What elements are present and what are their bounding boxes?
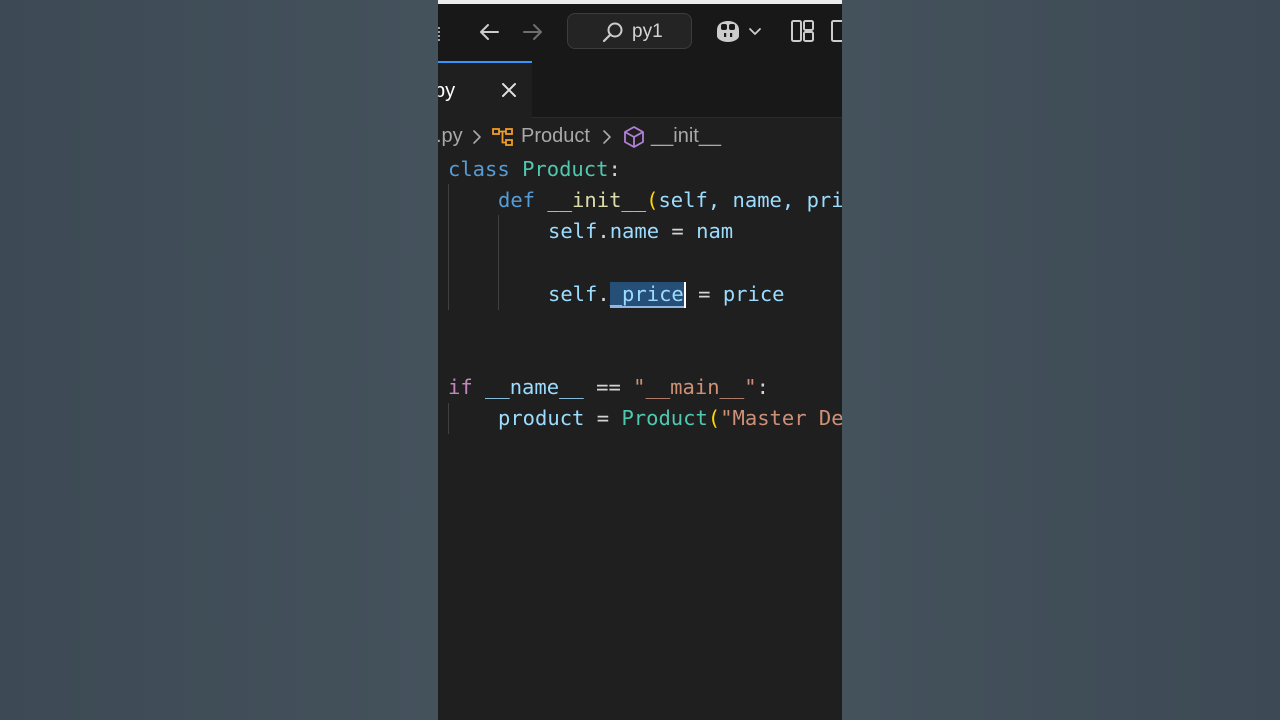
chevron-down-icon xyxy=(749,28,761,35)
indent-guide xyxy=(448,184,449,310)
background-right xyxy=(842,0,1280,720)
close-icon[interactable] xyxy=(498,79,520,101)
forward-button[interactable] xyxy=(518,18,546,46)
back-button[interactable] xyxy=(476,18,504,46)
tab-label: py xyxy=(438,80,456,102)
code-line-1: class Product: xyxy=(448,157,621,181)
indent-guide xyxy=(448,403,449,434)
breadcrumb-method[interactable]: __init__ xyxy=(651,125,721,148)
code-line-2: def __init__(self, name, pri xyxy=(498,188,842,212)
panel-icon[interactable] xyxy=(830,18,842,44)
breadcrumb-class[interactable]: Product xyxy=(521,125,590,148)
chevron-right-icon xyxy=(603,130,611,144)
vscode-window: py1 py .py Product __init__ class Produc… xyxy=(438,0,842,720)
selected-text: _price xyxy=(609,282,684,308)
breadcrumb: .py Product __init__ xyxy=(438,122,842,152)
code-line-6: product = Product("Master De xyxy=(498,406,842,430)
menu-grip-icon[interactable] xyxy=(438,27,443,41)
title-bar: py1 xyxy=(438,4,842,61)
method-cube-icon xyxy=(624,126,644,148)
indent-guide xyxy=(498,215,499,310)
code-line-3: self.name = nam xyxy=(548,219,734,243)
layout-icon[interactable] xyxy=(790,18,816,44)
arrow-right-icon xyxy=(523,24,542,40)
search-label: py1 xyxy=(632,21,663,42)
class-icon xyxy=(492,128,513,146)
breadcrumb-file[interactable]: .py xyxy=(438,125,463,148)
chevron-right-icon xyxy=(473,130,481,144)
copilot-button[interactable] xyxy=(713,16,763,46)
copilot-icon xyxy=(717,21,739,42)
arrow-left-icon xyxy=(480,24,499,40)
code-line-5: if __name__ == "__main__": xyxy=(448,375,769,399)
editor-tab[interactable]: py xyxy=(438,61,532,118)
tab-bar: py xyxy=(438,61,842,118)
search-icon xyxy=(602,22,623,43)
code-line-4: self._price = price xyxy=(548,282,785,308)
background-left xyxy=(0,0,438,720)
command-center-search[interactable]: py1 xyxy=(567,13,692,49)
